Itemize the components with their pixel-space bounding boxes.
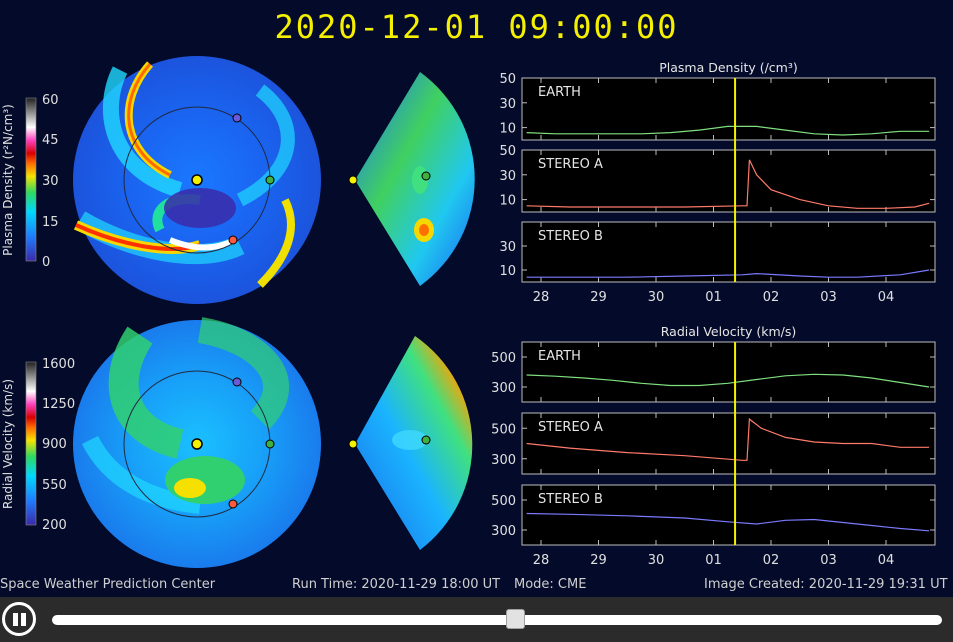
timeline-slider-thumb[interactable] — [505, 609, 525, 629]
pause-button[interactable] — [2, 602, 36, 636]
panel-frame — [521, 341, 936, 403]
x-tick-label: 01 — [705, 553, 722, 568]
sun-marker — [191, 174, 203, 186]
panel-label: STEREO A — [538, 157, 603, 172]
footer-image-created: Image Created: 2020-11-29 19:31 UT — [704, 577, 948, 592]
y-tick-label: 30 — [499, 240, 516, 255]
density-tick: 15 — [42, 215, 59, 230]
x-tick-label: 02 — [763, 553, 780, 568]
x-tick-label: 29 — [590, 290, 607, 305]
x-tick-label: 30 — [648, 553, 665, 568]
x-tick-label: 02 — [763, 290, 780, 305]
chart-title: Radial Velocity (km/s) — [661, 324, 797, 339]
earth-marker — [265, 175, 275, 185]
density-tick: 0 — [42, 255, 50, 270]
density-colorbar: Plasma Density (r²N/cm³) 60 45 30 15 0 — [1, 93, 59, 270]
sun-marker — [191, 438, 203, 450]
y-tick-label: 50 — [499, 144, 516, 159]
velocity-meridional-wedge — [355, 336, 473, 550]
earth-marker — [265, 439, 275, 449]
x-tick-label: 03 — [820, 290, 837, 305]
simulation-scene: Plasma Density (r²N/cm³) 60 45 30 15 0 R… — [1, 56, 936, 568]
x-tick-label: 30 — [648, 290, 665, 305]
y-tick-label: 300 — [491, 524, 516, 539]
velocity-colorbar: Radial Velocity (km/s) 1600 1250 900 550… — [1, 357, 75, 533]
footer-mode: Mode: CME — [514, 577, 587, 592]
density-tick: 45 — [42, 133, 59, 148]
enlil-viewer: 2020-12-01 09:00:00 Plasma Density (r²N/… — [0, 0, 953, 642]
density-colorbar-label: Plasma Density (r²N/cm³) — [1, 104, 15, 256]
stereo-a-marker — [228, 499, 238, 509]
velocity-tick: 900 — [42, 437, 67, 452]
velocity-tick: 550 — [42, 478, 67, 493]
density-timeseries-chart: Plasma Density (/cm³) 50 30 10 EARTH 50 30 10 ST… — [499, 60, 936, 305]
earth-marker-wedge — [421, 435, 431, 445]
sun-marker-wedge — [348, 175, 358, 185]
x-tick-label: 01 — [705, 290, 722, 305]
x-tick-label: 04 — [878, 290, 895, 305]
stereo-a-marker — [228, 235, 238, 245]
x-tick-label: 04 — [878, 553, 895, 568]
stereo-b-marker — [232, 113, 242, 123]
earth-marker-wedge — [421, 171, 431, 181]
y-tick-label: 300 — [491, 453, 516, 468]
y-tick-label: 10 — [499, 194, 516, 209]
x-tick-label: 28 — [533, 290, 550, 305]
density-tick: 30 — [42, 174, 59, 189]
y-tick-label: 30 — [499, 97, 516, 112]
y-tick-label: 500 — [491, 494, 516, 509]
velocity-colorbar-label: Radial Velocity (km/s) — [1, 379, 15, 509]
panel-frame — [521, 77, 936, 141]
density-tick: 60 — [42, 93, 59, 108]
x-tick-label: 29 — [590, 553, 607, 568]
velocity-timeseries-chart: Radial Velocity (km/s) 500 300 EARTH 500 300 S… — [491, 324, 936, 568]
timeline-slider-track[interactable] — [52, 615, 942, 625]
panel-label: STEREO B — [538, 492, 603, 507]
panel-label: STEREO A — [538, 420, 603, 435]
x-tick-label: 28 — [533, 553, 550, 568]
y-tick-label: 30 — [499, 169, 516, 184]
chart-title: Plasma Density (/cm³) — [659, 60, 798, 75]
y-tick-label: 50 — [499, 72, 516, 87]
footer-run-time: Run Time: 2020-11-29 18:00 UT — [292, 577, 501, 592]
y-tick-label: 500 — [491, 351, 516, 366]
x-tick-label: 03 — [820, 553, 837, 568]
density-meridional-wedge — [355, 72, 475, 286]
velocity-tick: 1250 — [42, 397, 75, 412]
stereo-b-marker — [232, 377, 242, 387]
velocity-tick: 200 — [42, 518, 67, 533]
footer-org: Space Weather Prediction Center — [0, 577, 216, 592]
panel-label: STEREO B — [538, 229, 603, 244]
sun-marker-wedge — [348, 439, 358, 449]
y-tick-label: 300 — [491, 381, 516, 396]
playback-controls — [0, 597, 953, 642]
y-tick-label: 10 — [499, 122, 516, 137]
y-tick-label: 10 — [499, 264, 516, 279]
y-tick-label: 500 — [491, 422, 516, 437]
velocity-tick: 1600 — [42, 357, 75, 372]
panel-label: EARTH — [538, 349, 581, 364]
panel-label: EARTH — [538, 85, 581, 100]
